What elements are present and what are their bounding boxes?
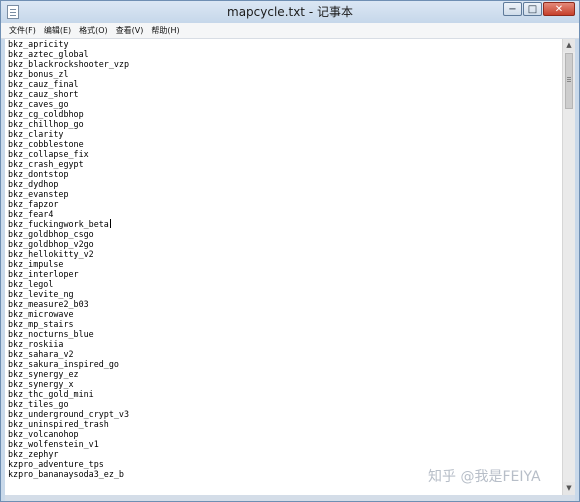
text-line: bkz_aztec_global (8, 49, 89, 59)
minimize-button[interactable]: − (503, 2, 522, 16)
text-line: bkz_fear4 (8, 209, 54, 219)
text-line: bkz_uninspired_trash (8, 419, 109, 429)
text-line: bkz_goldbhop_v2go (8, 239, 94, 249)
text-line: bkz_thc_gold_mini (8, 389, 94, 399)
maximize-button[interactable]: □ (523, 2, 542, 16)
menu-edit[interactable]: 编辑(E) (40, 23, 75, 39)
scroll-thumb[interactable] (565, 53, 573, 109)
menu-help[interactable]: 帮助(H) (147, 23, 183, 39)
text-editor[interactable]: bkz_apricity bkz_aztec_global bkz_blackroc… (5, 39, 562, 495)
text-line: bkz_cg_coldbhop (8, 109, 84, 119)
text-line: bkz_tiles_go (8, 399, 69, 409)
text-line: bkz_chillhop_go (8, 119, 84, 129)
menu-format[interactable]: 格式(O) (75, 23, 112, 39)
text-line: bkz_measure2_b03 (8, 299, 89, 309)
text-line: bkz_bonus_zl (8, 69, 69, 79)
menu-bar: 文件(F) 编辑(E) 格式(O) 查看(V) 帮助(H) (1, 23, 579, 39)
text-line: bkz_zephyr (8, 449, 59, 459)
text-line: bkz_blackrockshooter_vzp (8, 59, 130, 69)
notepad-window: mapcycle.txt - 记事本 − □ ✕ 文件(F) 编辑(E) 格式(… (0, 0, 580, 502)
text-line: bkz_underground_crypt_v3 (8, 409, 130, 419)
text-line: bkz_crash_egypt (8, 159, 84, 169)
text-line: bkz_levite_ng (8, 289, 74, 299)
vertical-scrollbar[interactable]: ▲ ▼ (562, 39, 575, 495)
text-line: bkz_synergy_ez (8, 369, 79, 379)
text-line: bkz_dontstop (8, 169, 69, 179)
text-line: bkz_hellokitty_v2 (8, 249, 94, 259)
text-line: bkz_nocturns_blue (8, 329, 94, 339)
text-line: bkz_sahara_v2 (8, 349, 74, 359)
text-line: bkz_impulse (8, 259, 64, 269)
text-line: bkz_mp_stairs (8, 319, 74, 329)
text-line: bkz_cauz_final (8, 79, 79, 89)
watermark: 知乎 @我是FEIYA (428, 469, 541, 485)
text-line: bkz_microwave (8, 309, 74, 319)
text-line: kzpro_adventure_tps (8, 459, 104, 469)
text-line: bkz_evanstep (8, 189, 69, 199)
window-bottom-frame (5, 495, 575, 501)
text-line: bkz_roskiia (8, 339, 64, 349)
text-lines: bkz_apricity bkz_aztec_global bkz_blackroc… (8, 39, 129, 479)
menu-file[interactable]: 文件(F) (5, 23, 40, 39)
close-button[interactable]: ✕ (543, 2, 575, 16)
text-line: bkz_interloper (8, 269, 79, 279)
text-line: bkz_cauz_short (8, 89, 79, 99)
text-line: bkz_fuckingwork_beta (8, 219, 129, 229)
text-line: bkz_dydhop (8, 179, 59, 189)
text-line: bkz_goldbhop_csgo (8, 229, 94, 239)
window-title: mapcycle.txt - 记事本 (227, 5, 353, 19)
text-line: kzpro_bananaysoda3_ez_b (8, 469, 124, 479)
grip-icon (567, 77, 571, 78)
text-line: bkz_synergy_x (8, 379, 74, 389)
text-line: bkz_sakura_inspired_go (8, 359, 119, 369)
text-line: bkz_volcanohop (8, 429, 79, 439)
text-line: bkz_wolfenstein_v1 (8, 439, 99, 449)
text-line: bkz_legol (8, 279, 54, 289)
text-line: bkz_cobblestone (8, 139, 84, 149)
scroll-up-icon[interactable]: ▲ (563, 39, 575, 52)
window-controls: − □ ✕ (503, 2, 575, 16)
text-line: bkz_collapse_fix (8, 149, 89, 159)
text-line: bkz_apricity (8, 39, 69, 49)
scroll-down-icon[interactable]: ▼ (563, 482, 575, 495)
menu-view[interactable]: 查看(V) (112, 23, 148, 39)
text-line: bkz_caves_go (8, 99, 69, 109)
text-line: bkz_fapzor (8, 199, 59, 209)
title-bar[interactable]: mapcycle.txt - 记事本 − □ ✕ (1, 1, 579, 23)
text-line: bkz_clarity (8, 129, 64, 139)
